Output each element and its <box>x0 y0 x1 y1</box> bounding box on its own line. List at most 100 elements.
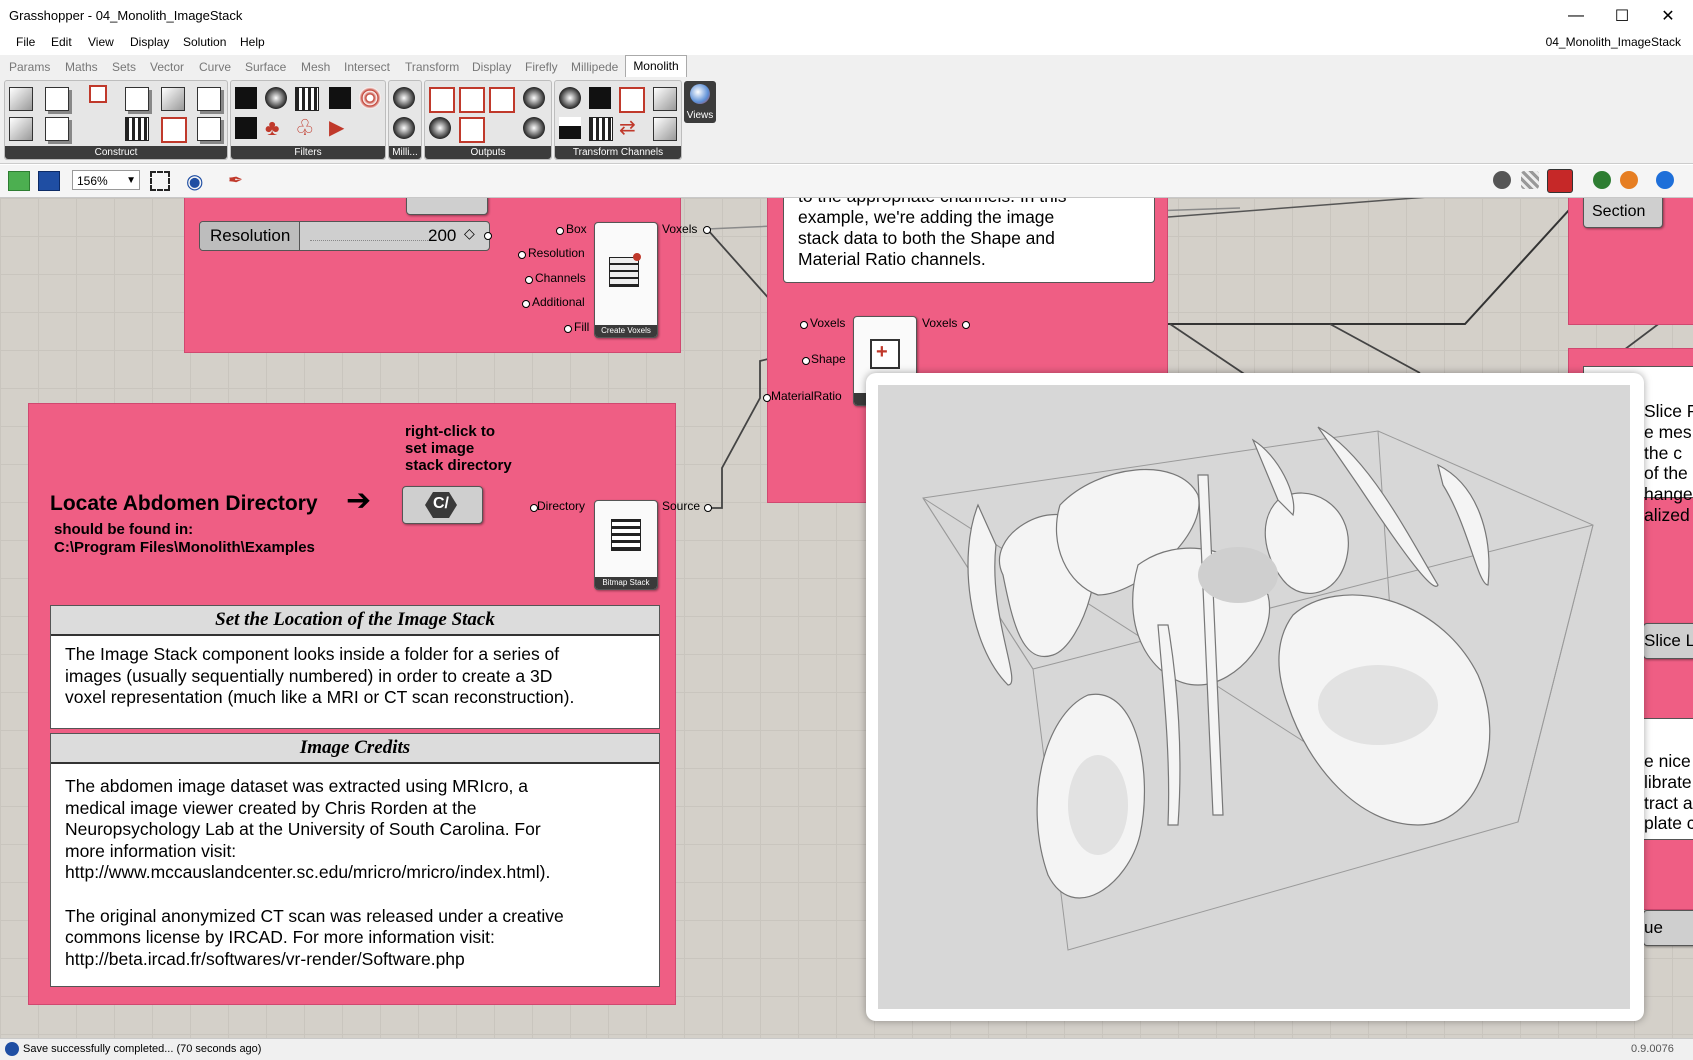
tab-monolith[interactable]: Monolith <box>625 55 687 77</box>
tab-millipede[interactable]: Millipede <box>571 60 618 74</box>
pen-icon[interactable] <box>89 85 107 103</box>
tab-curve[interactable]: Curve <box>199 60 231 74</box>
save-file-icon[interactable] <box>38 171 60 191</box>
credits-panel[interactable]: Image Credits The abdomen image dataset … <box>50 733 660 987</box>
channel-contrast-icon[interactable] <box>589 87 611 109</box>
open-file-icon[interactable] <box>8 171 30 191</box>
channel-offset-icon[interactable] <box>653 117 677 141</box>
cube-icon[interactable] <box>161 87 185 111</box>
channel-histogram-icon[interactable] <box>559 117 581 139</box>
display-mode-icon[interactable] <box>1493 171 1511 189</box>
port-dot[interactable] <box>518 251 526 259</box>
tab-intersect[interactable]: Intersect <box>344 60 390 74</box>
slider-grip-icon[interactable]: ◇ <box>464 225 475 242</box>
mesh-output-icon[interactable] <box>429 117 451 139</box>
trefoil-icon[interactable]: ♣ <box>265 117 287 139</box>
preview-eye-icon[interactable]: ◉ <box>186 169 203 194</box>
globe-icon[interactable] <box>1656 171 1674 189</box>
sharpen-filter-icon[interactable] <box>295 87 319 111</box>
tab-maths[interactable]: Maths <box>65 60 98 74</box>
invert-filter-icon[interactable] <box>329 87 351 109</box>
voxel-red-icon[interactable] <box>9 117 33 141</box>
port-dot[interactable] <box>704 504 712 512</box>
box-component[interactable] <box>406 198 488 215</box>
trefoil-outline-icon[interactable]: ♧ <box>295 117 317 139</box>
channel-extrude-icon[interactable] <box>619 87 645 113</box>
spiral-icon[interactable] <box>359 87 381 109</box>
channel-noise-icon[interactable] <box>589 117 613 141</box>
port-dot[interactable] <box>800 321 808 329</box>
output-grid-icon[interactable] <box>459 87 485 113</box>
resolution-slider[interactable]: Resolution 200 ◇ <box>199 221 490 251</box>
blur-filter-icon[interactable] <box>265 87 287 109</box>
output-pen-icon[interactable] <box>489 87 515 113</box>
menu-help[interactable]: Help <box>240 35 265 49</box>
tab-transform[interactable]: Transform <box>405 60 459 74</box>
menu-view[interactable]: View <box>88 35 114 49</box>
zoom-extents-icon[interactable] <box>150 171 170 191</box>
sketch-pen-icon[interactable]: ✒ <box>228 170 243 191</box>
shaded-preview-icon[interactable] <box>1620 171 1638 189</box>
black-filter-icon[interactable] <box>235 87 257 109</box>
port-dot[interactable] <box>525 276 533 284</box>
3d-viewport[interactable] <box>878 385 1630 1009</box>
create-voxels-component[interactable]: Create Voxels <box>594 222 658 338</box>
port-dot[interactable] <box>802 357 810 365</box>
menu-solution[interactable]: Solution <box>183 35 226 49</box>
port-dot[interactable] <box>564 325 572 333</box>
rgb-output-icon[interactable] <box>523 87 545 109</box>
section-component[interactable]: Section <box>1583 198 1663 228</box>
minimize-button[interactable]: — <box>1553 0 1599 32</box>
channel-shuffle-icon[interactable]: ⇄ <box>619 117 641 139</box>
bake-icon[interactable] <box>1593 171 1611 189</box>
value-component[interactable]: ue <box>1643 910 1693 946</box>
tab-firefly[interactable]: Firefly <box>525 60 558 74</box>
preview-window[interactable] <box>866 373 1644 1021</box>
directory-param[interactable]: C/ <box>402 486 483 524</box>
channel-scale-icon[interactable] <box>653 87 677 111</box>
menu-display[interactable]: Display <box>130 35 169 49</box>
tab-mesh[interactable]: Mesh <box>301 60 330 74</box>
tab-vector[interactable]: Vector <box>150 60 184 74</box>
voxel-grid-icon[interactable] <box>9 87 33 111</box>
wire-display-icon[interactable] <box>1521 171 1539 189</box>
slice-output-icon[interactable] <box>459 117 485 143</box>
output-voxel-icon[interactable] <box>429 87 455 113</box>
millipede-icon[interactable] <box>393 87 415 109</box>
dark-square-icon[interactable] <box>235 117 257 139</box>
rgb-channels-icon[interactable] <box>523 117 545 139</box>
maximize-button[interactable]: ☐ <box>1599 0 1645 32</box>
views-button[interactable]: Views <box>684 81 716 123</box>
channel-drop-icon[interactable] <box>559 87 581 109</box>
channels-note-panel[interactable]: to the appropriate channels. In this exa… <box>783 198 1155 283</box>
millipede-red-icon[interactable] <box>393 117 415 139</box>
port-dot[interactable] <box>962 321 970 329</box>
location-panel[interactable]: Set the Location of the Image Stack The … <box>50 605 660 729</box>
menu-edit[interactable]: Edit <box>51 35 72 49</box>
text-panel-icon[interactable] <box>45 117 69 141</box>
bitmap-stack-component[interactable]: Bitmap Stack <box>594 500 658 590</box>
selected-preview-icon[interactable] <box>1547 169 1573 193</box>
tab-params[interactable]: Params <box>9 60 50 74</box>
close-button[interactable]: ✕ <box>1645 0 1691 32</box>
frame-icon[interactable] <box>197 117 221 141</box>
port-dot[interactable] <box>703 226 711 234</box>
tab-sets[interactable]: Sets <box>112 60 136 74</box>
image-icon[interactable] <box>125 87 149 111</box>
port-dot[interactable] <box>763 394 771 402</box>
slider-output-dot[interactable] <box>484 232 492 240</box>
stack-red-icon[interactable] <box>161 117 187 143</box>
mirror-icon[interactable]: ▶ <box>329 117 351 139</box>
port-dot[interactable] <box>556 227 564 235</box>
slice-l-component[interactable]: Slice L <box>1643 623 1693 659</box>
tab-display[interactable]: Display <box>472 60 511 74</box>
menu-file[interactable]: File <box>16 35 35 49</box>
port-fill: Fill <box>574 320 590 334</box>
port-dot[interactable] <box>522 300 530 308</box>
zoom-select[interactable]: 156% ▼ <box>72 170 140 190</box>
tab-surface[interactable]: Surface <box>245 60 286 74</box>
slider-track[interactable] <box>310 230 430 241</box>
add-voxel-icon[interactable] <box>197 87 221 111</box>
image-stack-icon[interactable] <box>125 117 149 141</box>
function-icon[interactable] <box>45 87 69 111</box>
